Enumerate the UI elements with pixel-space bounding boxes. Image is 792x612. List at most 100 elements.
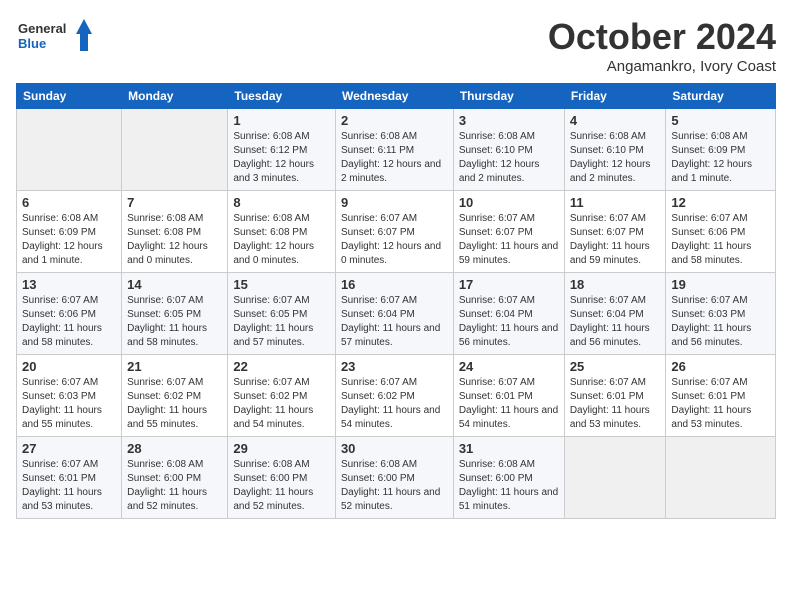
day-info: Sunrise: 6:08 AM Sunset: 6:09 PM Dayligh… (671, 130, 770, 186)
day-info: Sunrise: 6:07 AM Sunset: 6:03 PM Dayligh… (671, 294, 770, 350)
day-number: 13 (22, 277, 116, 292)
day-cell: 3Sunrise: 6:08 AM Sunset: 6:10 PM Daylig… (453, 109, 564, 191)
day-cell: 6 Sunrise: 6:08 AM Sunset: 6:09 PM Daylig… (17, 191, 122, 273)
day-info: Sunrise: 6:08 AM Sunset: 6:00 PM Dayligh… (459, 458, 559, 514)
day-number: 7 (127, 195, 222, 210)
week-row-4: 20 Sunrise: 6:07 AM Sunset: 6:03 PM Dayli… (17, 355, 776, 437)
day-cell: 16Sunrise: 6:07 AM Sunset: 6:04 PM Dayli… (335, 273, 453, 355)
day-cell: 15Sunrise: 6:07 AM Sunset: 6:05 PM Dayli… (228, 273, 336, 355)
day-cell: 4Sunrise: 6:08 AM Sunset: 6:10 PM Daylig… (564, 109, 666, 191)
day-number: 9 (341, 195, 448, 210)
col-header-friday: Friday (564, 84, 666, 109)
day-info: Sunrise: 6:08 AM Sunset: 6:00 PM Dayligh… (233, 458, 330, 514)
day-number: 3 (459, 113, 559, 128)
col-header-saturday: Saturday (666, 84, 776, 109)
day-cell (564, 437, 666, 519)
day-cell: 25 Sunrise: 6:07 AM Sunset: 6:01 PM Dayli… (564, 355, 666, 437)
day-number: 27 (22, 441, 116, 456)
day-number: 8 (233, 195, 330, 210)
day-info: Sunrise: 6:08 AM Sunset: 6:12 PM Dayligh… (233, 130, 330, 186)
day-cell: 22 Sunrise: 6:07 AM Sunset: 6:02 PM Dayli… (228, 355, 336, 437)
day-number: 2 (341, 113, 448, 128)
day-info: Sunrise: 6:08 AM Sunset: 6:08 PM Dayligh… (127, 212, 222, 268)
logo: General Blue (16, 16, 96, 56)
day-number: 26 (671, 359, 770, 374)
day-info: Sunrise: 6:08 AM Sunset: 6:09 PM Dayligh… (22, 212, 116, 268)
day-number: 12 (671, 195, 770, 210)
day-number: 23 (341, 359, 448, 374)
day-info: Sunrise: 6:07 AM Sunset: 6:01 PM Dayligh… (22, 458, 116, 514)
svg-text:General: General (18, 21, 66, 36)
day-number: 5 (671, 113, 770, 128)
day-info: Sunrise: 6:07 AM Sunset: 6:07 PM Dayligh… (459, 212, 559, 268)
day-number: 25 (570, 359, 661, 374)
month-title: October 2024 (548, 16, 776, 58)
day-cell: 5 Sunrise: 6:08 AM Sunset: 6:09 PM Daylig… (666, 109, 776, 191)
day-cell: 12 Sunrise: 6:07 AM Sunset: 6:06 PM Dayli… (666, 191, 776, 273)
week-row-1: 1 Sunrise: 6:08 AM Sunset: 6:12 PM Daylig… (17, 109, 776, 191)
day-number: 22 (233, 359, 330, 374)
day-cell (122, 109, 228, 191)
day-cell: 19 Sunrise: 6:07 AM Sunset: 6:03 PM Dayli… (666, 273, 776, 355)
day-info: Sunrise: 6:08 AM Sunset: 6:08 PM Dayligh… (233, 212, 330, 268)
day-cell (17, 109, 122, 191)
week-row-3: 13Sunrise: 6:07 AM Sunset: 6:06 PM Dayli… (17, 273, 776, 355)
day-info: Sunrise: 6:07 AM Sunset: 6:04 PM Dayligh… (570, 294, 661, 350)
day-cell: 10Sunrise: 6:07 AM Sunset: 6:07 PM Dayli… (453, 191, 564, 273)
day-info: Sunrise: 6:07 AM Sunset: 6:04 PM Dayligh… (459, 294, 559, 350)
day-info: Sunrise: 6:07 AM Sunset: 6:07 PM Dayligh… (341, 212, 448, 268)
col-header-sunday: Sunday (17, 84, 122, 109)
day-number: 20 (22, 359, 116, 374)
day-info: Sunrise: 6:08 AM Sunset: 6:10 PM Dayligh… (570, 130, 661, 186)
day-cell: 9 Sunrise: 6:07 AM Sunset: 6:07 PM Daylig… (335, 191, 453, 273)
day-number: 19 (671, 277, 770, 292)
day-info: Sunrise: 6:07 AM Sunset: 6:02 PM Dayligh… (233, 376, 330, 432)
page-header: General Blue October 2024 Angamankro, Iv… (16, 16, 776, 75)
day-cell: 14 Sunrise: 6:07 AM Sunset: 6:05 PM Dayli… (122, 273, 228, 355)
day-info: Sunrise: 6:07 AM Sunset: 6:01 PM Dayligh… (671, 376, 770, 432)
day-cell (666, 437, 776, 519)
day-number: 29 (233, 441, 330, 456)
day-number: 17 (459, 277, 559, 292)
week-row-5: 27 Sunrise: 6:07 AM Sunset: 6:01 PM Dayli… (17, 437, 776, 519)
col-header-wednesday: Wednesday (335, 84, 453, 109)
day-info: Sunrise: 6:07 AM Sunset: 6:04 PM Dayligh… (341, 294, 448, 350)
svg-text:Blue: Blue (18, 36, 46, 51)
day-cell: 2 Sunrise: 6:08 AM Sunset: 6:11 PM Daylig… (335, 109, 453, 191)
day-number: 18 (570, 277, 661, 292)
day-number: 21 (127, 359, 222, 374)
day-number: 1 (233, 113, 330, 128)
day-cell: 28 Sunrise: 6:08 AM Sunset: 6:00 PM Dayli… (122, 437, 228, 519)
day-number: 6 (22, 195, 116, 210)
day-info: Sunrise: 6:07 AM Sunset: 6:01 PM Dayligh… (570, 376, 661, 432)
header-row: SundayMondayTuesdayWednesdayThursdayFrid… (17, 84, 776, 109)
logo-svg: General Blue (16, 16, 96, 56)
day-cell: 13Sunrise: 6:07 AM Sunset: 6:06 PM Dayli… (17, 273, 122, 355)
day-number: 28 (127, 441, 222, 456)
day-cell: 23 Sunrise: 6:07 AM Sunset: 6:02 PM Dayli… (335, 355, 453, 437)
day-cell: 7 Sunrise: 6:08 AM Sunset: 6:08 PM Daylig… (122, 191, 228, 273)
day-info: Sunrise: 6:07 AM Sunset: 6:02 PM Dayligh… (341, 376, 448, 432)
day-info: Sunrise: 6:08 AM Sunset: 6:00 PM Dayligh… (127, 458, 222, 514)
day-info: Sunrise: 6:07 AM Sunset: 6:05 PM Dayligh… (233, 294, 330, 350)
day-cell: 18 Sunrise: 6:07 AM Sunset: 6:04 PM Dayli… (564, 273, 666, 355)
day-number: 14 (127, 277, 222, 292)
calendar-table: SundayMondayTuesdayWednesdayThursdayFrid… (16, 83, 776, 519)
day-cell: 30Sunrise: 6:08 AM Sunset: 6:00 PM Dayli… (335, 437, 453, 519)
day-number: 30 (341, 441, 448, 456)
day-info: Sunrise: 6:07 AM Sunset: 6:03 PM Dayligh… (22, 376, 116, 432)
day-info: Sunrise: 6:07 AM Sunset: 6:05 PM Dayligh… (127, 294, 222, 350)
day-cell: 11 Sunrise: 6:07 AM Sunset: 6:07 PM Dayli… (564, 191, 666, 273)
title-block: October 2024 Angamankro, Ivory Coast (548, 16, 776, 75)
day-info: Sunrise: 6:07 AM Sunset: 6:02 PM Dayligh… (127, 376, 222, 432)
day-info: Sunrise: 6:07 AM Sunset: 6:07 PM Dayligh… (570, 212, 661, 268)
day-cell: 24Sunrise: 6:07 AM Sunset: 6:01 PM Dayli… (453, 355, 564, 437)
day-number: 11 (570, 195, 661, 210)
day-info: Sunrise: 6:07 AM Sunset: 6:01 PM Dayligh… (459, 376, 559, 432)
col-header-monday: Monday (122, 84, 228, 109)
day-cell: 29 Sunrise: 6:08 AM Sunset: 6:00 PM Dayli… (228, 437, 336, 519)
day-info: Sunrise: 6:07 AM Sunset: 6:06 PM Dayligh… (671, 212, 770, 268)
day-number: 31 (459, 441, 559, 456)
day-info: Sunrise: 6:08 AM Sunset: 6:11 PM Dayligh… (341, 130, 448, 186)
day-cell: 17 Sunrise: 6:07 AM Sunset: 6:04 PM Dayli… (453, 273, 564, 355)
